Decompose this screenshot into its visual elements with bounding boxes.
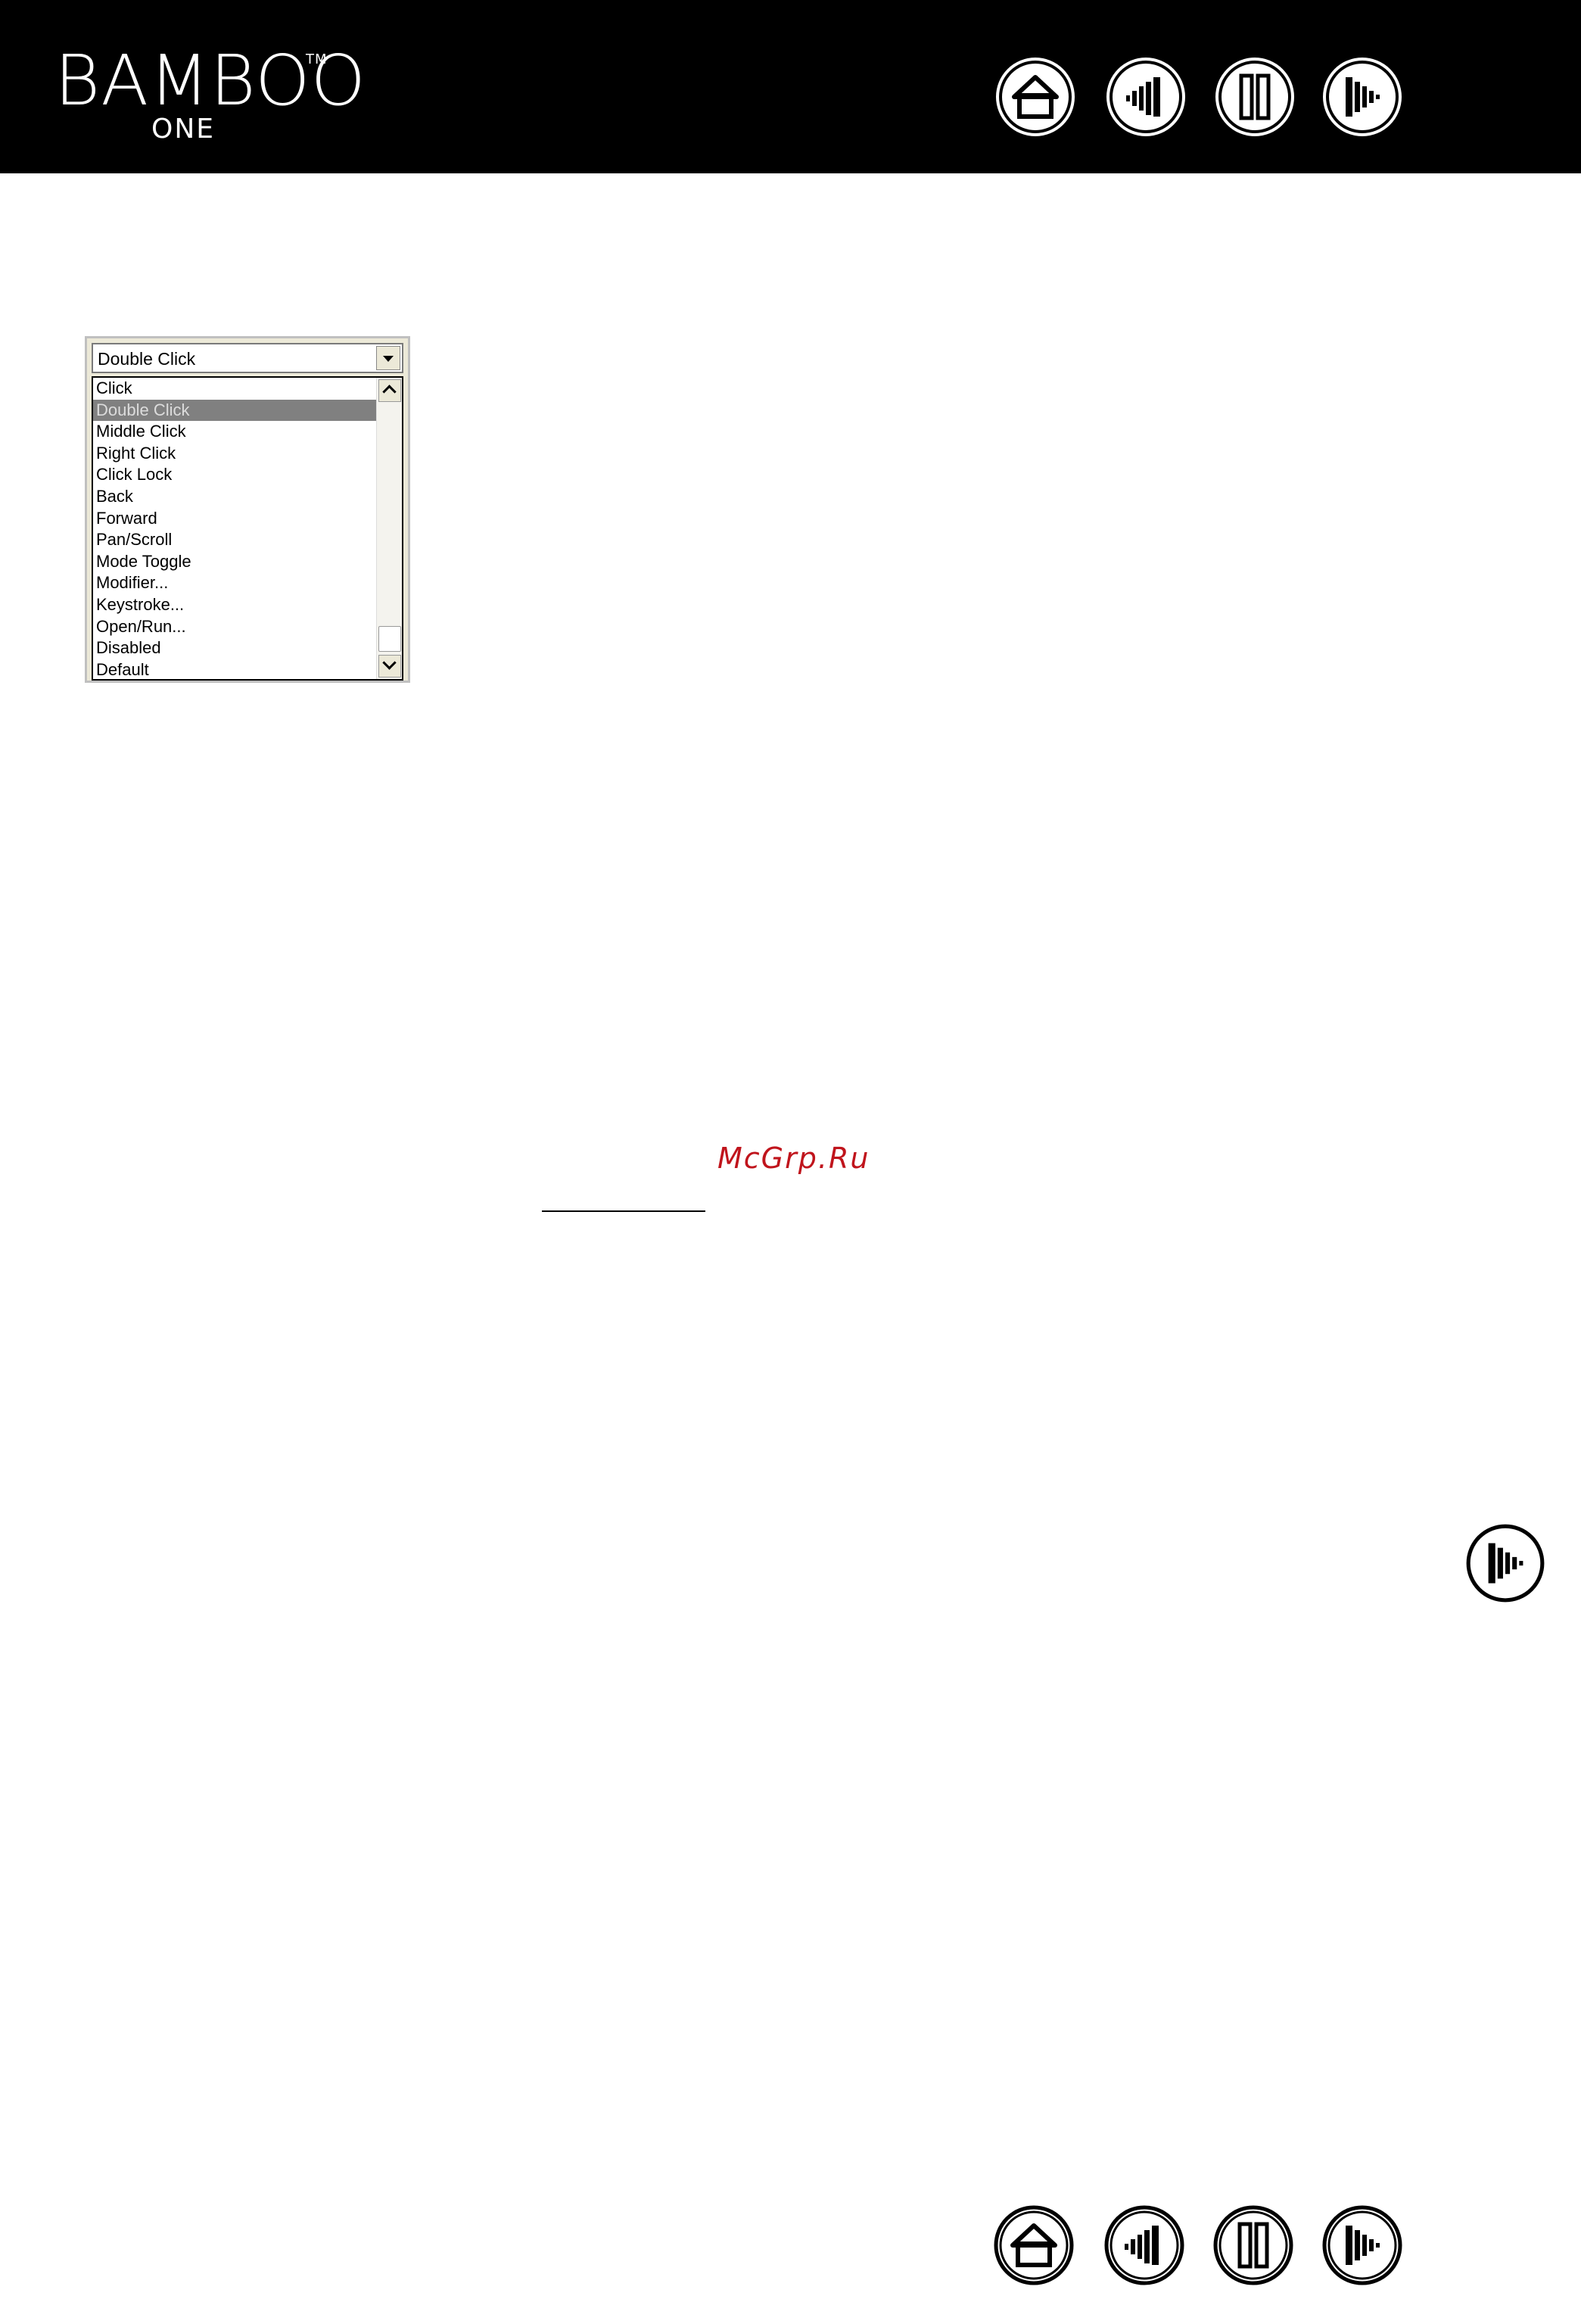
option-item[interactable]: Pan/Scroll bbox=[93, 529, 379, 551]
index-icon bbox=[1213, 2205, 1293, 2285]
option-item[interactable]: Click Lock bbox=[93, 464, 379, 486]
contents-icon bbox=[1106, 58, 1185, 136]
home-icon bbox=[994, 2205, 1074, 2285]
next-page-icon bbox=[1465, 1523, 1545, 1603]
option-item[interactable]: Back bbox=[93, 486, 379, 508]
function-option-list: Click Double Click Middle Click Right Click… bbox=[92, 376, 403, 681]
option-item[interactable]: Modifier... bbox=[93, 572, 379, 594]
scroll-up-arrow-icon[interactable] bbox=[378, 379, 401, 402]
scroll-down-arrow-icon[interactable] bbox=[378, 655, 401, 678]
home-button[interactable] bbox=[993, 55, 1078, 139]
footer-home-button[interactable] bbox=[991, 2203, 1076, 2288]
option-item[interactable]: Disabled bbox=[93, 637, 379, 659]
option-item[interactable]: Mode Toggle bbox=[93, 551, 379, 573]
option-item[interactable]: Middle Click bbox=[93, 421, 379, 443]
option-items: Click Double Click Middle Click Right Click… bbox=[93, 378, 379, 681]
trademark-mark: TM bbox=[306, 51, 328, 67]
header-bar: BAMBOO TM ONE bbox=[0, 0, 1581, 173]
link-underline bbox=[542, 1210, 705, 1212]
footer-index-button[interactable] bbox=[1211, 2203, 1296, 2288]
next-page-button[interactable] bbox=[1462, 1520, 1548, 1606]
footer-next-button[interactable] bbox=[1320, 2203, 1405, 2288]
option-scrollbar[interactable] bbox=[376, 378, 402, 679]
next-icon bbox=[1323, 58, 1402, 136]
index-icon bbox=[1215, 58, 1294, 136]
brand-subtitle: ONE bbox=[151, 114, 216, 145]
chevron-down-icon[interactable] bbox=[376, 346, 400, 370]
index-button[interactable] bbox=[1212, 55, 1297, 139]
option-item[interactable]: Forward bbox=[93, 508, 379, 530]
contents-button[interactable] bbox=[1103, 55, 1188, 139]
scroll-thumb[interactable] bbox=[378, 626, 401, 652]
option-item[interactable]: Open/Run... bbox=[93, 616, 379, 638]
next-icon bbox=[1322, 2205, 1402, 2285]
option-item[interactable]: Keystroke... bbox=[93, 594, 379, 616]
contents-icon bbox=[1104, 2205, 1184, 2285]
option-item[interactable]: Right Click bbox=[93, 443, 379, 465]
home-icon bbox=[996, 58, 1075, 136]
selected-function: Double Click bbox=[98, 349, 196, 369]
footer-contents-button[interactable] bbox=[1102, 2203, 1187, 2288]
button-function-dropdown: Double Click Click Double Click Middle Cli… bbox=[85, 336, 410, 683]
function-select[interactable]: Double Click bbox=[92, 343, 403, 373]
option-item[interactable]: Default bbox=[93, 659, 379, 681]
next-button[interactable] bbox=[1320, 55, 1405, 139]
option-item[interactable]: Double Click bbox=[93, 399, 379, 422]
watermark-text: McGrp.Ru bbox=[717, 1142, 870, 1175]
option-item[interactable]: Click bbox=[93, 378, 379, 400]
